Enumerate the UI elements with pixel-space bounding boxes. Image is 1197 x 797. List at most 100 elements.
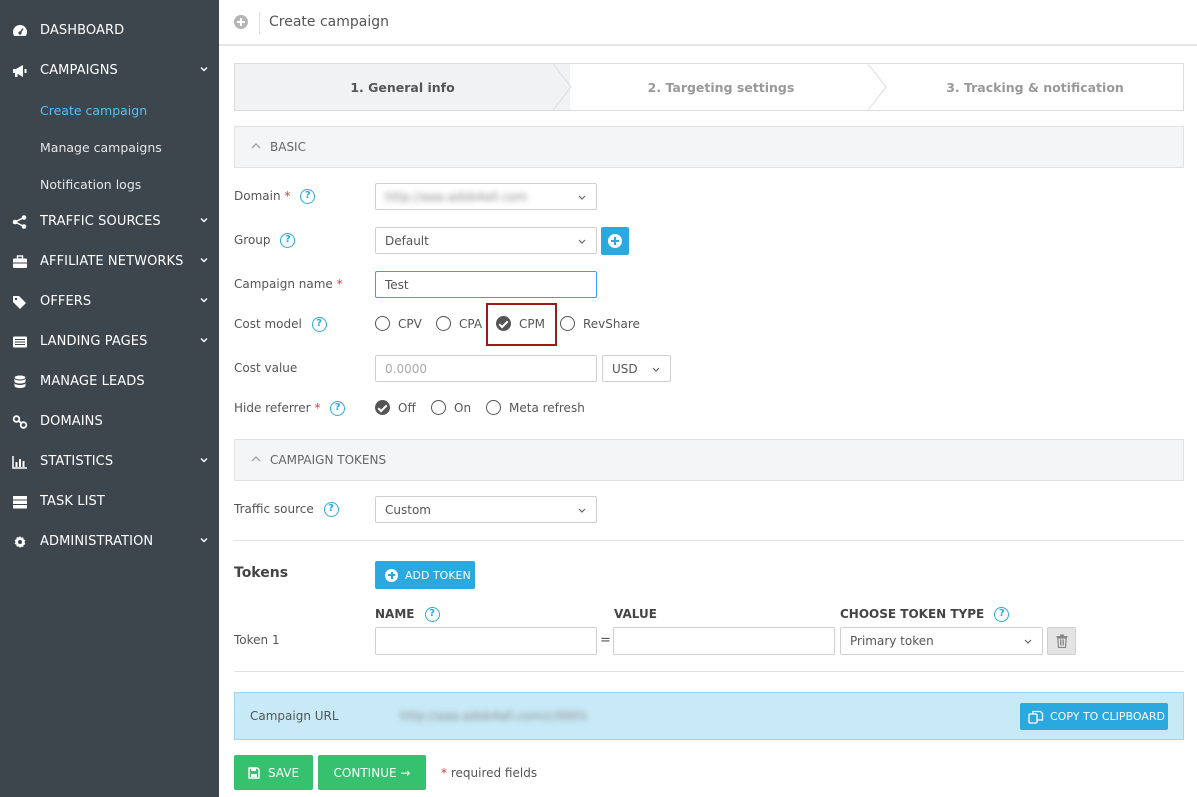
campaign-name-input[interactable]: Test — [375, 271, 597, 298]
cost-model-label: Cost model ? — [234, 317, 327, 332]
token-value-input[interactable] — [613, 627, 835, 655]
cost-value-label: Cost value — [234, 361, 297, 375]
domain-select[interactable]: http://aaa.adsb4all.com — [375, 183, 597, 210]
section-basic-header[interactable]: BASIC — [234, 126, 1184, 168]
help-icon[interactable]: ? — [994, 607, 1010, 622]
chevron-down-icon — [200, 338, 208, 343]
token-type-value: Primary token — [850, 634, 934, 648]
cost-model-radio-cpv[interactable]: CPV — [375, 316, 422, 331]
equals-sign: = — [600, 633, 611, 648]
hide-referrer-radio-off[interactable]: Off — [375, 400, 416, 415]
step-general-info[interactable]: 1. General info — [235, 64, 570, 110]
copy-to-clipboard-button[interactable]: COPY TO CLIPBOARD — [1020, 703, 1168, 730]
campaign-url-value[interactable]: http://aaa.adsb4all.com/c/0001 — [400, 709, 588, 723]
hide-referrer-label: Hide referrer * ? — [234, 401, 346, 416]
nav-item-domains[interactable]: DOMAINS — [0, 402, 219, 442]
section-title: BASIC — [270, 140, 306, 154]
cost-value-input[interactable]: 0.0000 — [375, 355, 597, 382]
add-group-button[interactable] — [601, 227, 629, 255]
chevron-down-icon — [200, 298, 208, 303]
nav-item-offers[interactable]: OFFERS — [0, 282, 219, 322]
nav-item-affiliate-networks[interactable]: AFFILIATE NETWORKS — [0, 242, 219, 282]
label-text: Domain — [234, 189, 281, 203]
hide-referrer-radio-meta-refresh[interactable]: Meta refresh — [486, 400, 585, 415]
label-text: Cost value — [234, 361, 298, 375]
sidebar-sub-notification-logs[interactable]: Notification logs — [40, 177, 141, 192]
required-mark: * — [441, 766, 447, 780]
help-icon[interactable]: ? — [424, 607, 440, 622]
help-icon[interactable]: ? — [280, 233, 296, 248]
nav-item-traffic-sources[interactable]: TRAFFIC SOURCES — [0, 202, 219, 242]
nav-item-task-list[interactable]: TASK LIST — [0, 482, 219, 522]
group-select[interactable]: Default — [375, 227, 597, 254]
nav-label: CAMPAIGNS — [40, 63, 118, 78]
share-icon — [12, 215, 28, 229]
chevron-down-icon — [200, 67, 208, 72]
required-mark: * — [314, 401, 321, 415]
sidebar-sub-create-campaign[interactable]: Create campaign — [40, 103, 147, 118]
nav-item-campaigns[interactable]: CAMPAIGNS — [0, 51, 219, 91]
chevron-down-icon — [200, 458, 208, 463]
nav-item-statistics[interactable]: STATISTICS — [0, 442, 219, 482]
step-tracking-notification[interactable]: 3. Tracking & notification — [887, 64, 1183, 110]
copy-icon — [1028, 710, 1044, 724]
step-targeting-settings[interactable]: 2. Targeting settings — [573, 64, 869, 110]
help-icon[interactable]: ? — [330, 401, 346, 416]
hide-referrer-radio-on[interactable]: On — [431, 400, 471, 415]
annotation-highlight-box — [486, 303, 557, 346]
nav-item-administration[interactable]: ADMINISTRATION — [0, 522, 219, 562]
list-icon — [12, 335, 28, 349]
currency-select[interactable]: USD — [602, 355, 671, 382]
nav-item-dashboard[interactable]: DASHBOARD — [0, 11, 219, 51]
plus-circle-icon — [234, 15, 248, 29]
radio-circle — [486, 400, 501, 415]
nav-label: MANAGE LEADS — [40, 374, 145, 389]
sidebar-sub-manage-campaigns[interactable]: Manage campaigns — [40, 140, 162, 155]
step-arrow — [868, 64, 887, 110]
page-header: Create campaign — [219, 0, 1197, 46]
database-icon — [12, 375, 28, 389]
note-text: required fields — [450, 766, 538, 780]
token-type-select[interactable]: Primary token — [840, 627, 1043, 655]
radio-label: On — [454, 400, 472, 415]
nav-item-manage-leads[interactable]: MANAGE LEADS — [0, 362, 219, 402]
step-label: 2. Targeting settings — [647, 79, 795, 95]
help-icon[interactable]: ? — [311, 317, 327, 332]
header-text: NAME — [375, 607, 415, 621]
help-icon[interactable]: ? — [300, 189, 316, 204]
nav-label: STATISTICS — [40, 454, 114, 469]
divider — [234, 540, 1184, 541]
token-row-label: Token 1 — [234, 633, 280, 647]
add-token-button[interactable]: ADD TOKEN — [375, 561, 475, 589]
help-icon[interactable]: ? — [323, 502, 339, 517]
nav-label: OFFERS — [40, 294, 92, 309]
step-arrow — [553, 64, 572, 110]
cost-model-radio-cpa[interactable]: CPA — [436, 316, 482, 331]
traffic-source-label: Traffic source ? — [234, 502, 339, 517]
radio-label: CPV — [398, 316, 422, 331]
column-header-name: NAME ? — [375, 607, 440, 622]
radio-label: Off — [398, 400, 416, 415]
domain-label: Domain * ? — [234, 189, 316, 204]
nav-item-landing-pages[interactable]: LANDING PAGES — [0, 322, 219, 362]
continue-button[interactable]: CONTINUE → — [318, 755, 426, 790]
radio-label: CPA — [459, 316, 483, 331]
token-name-input[interactable] — [375, 627, 597, 655]
campaign-name-value: Test — [385, 277, 409, 292]
chevron-down-icon — [578, 195, 586, 200]
delete-token-button[interactable] — [1047, 627, 1076, 655]
section-campaign-tokens-header[interactable]: CAMPAIGN TOKENS — [234, 439, 1184, 481]
header-divider — [259, 12, 260, 34]
nav-label: DASHBOARD — [40, 23, 125, 38]
cost-model-radio-revshare[interactable]: RevShare — [560, 316, 640, 331]
save-button[interactable]: SAVE — [234, 755, 313, 790]
chevron-down-icon — [200, 218, 208, 223]
button-label: COPY TO CLIPBOARD — [1050, 710, 1165, 723]
group-value: Default — [385, 233, 429, 248]
nav-label: AFFILIATE NETWORKS — [40, 254, 184, 269]
traffic-source-select[interactable]: Custom — [375, 496, 597, 523]
megaphone-icon — [12, 64, 28, 78]
cog-icon — [12, 535, 28, 549]
currency-value: USD — [612, 361, 638, 376]
step-label: 1. General info — [350, 79, 455, 95]
